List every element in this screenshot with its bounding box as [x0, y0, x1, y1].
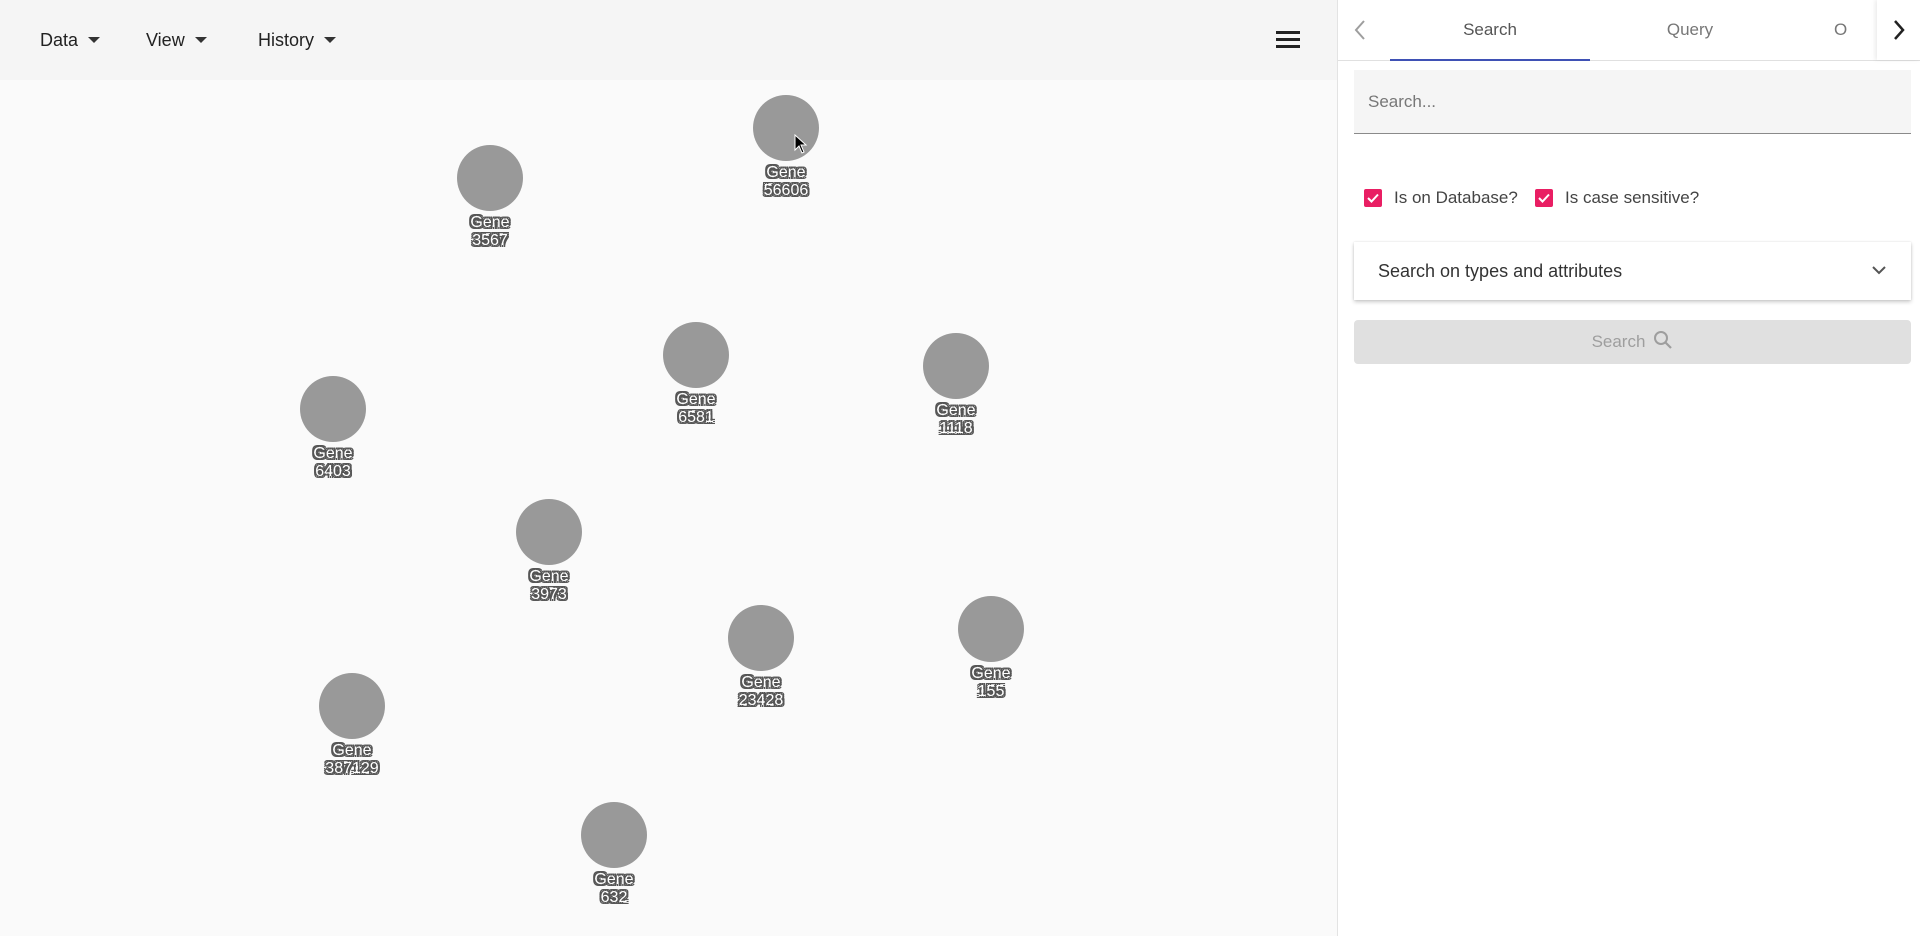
- chevron-left-icon[interactable]: [1338, 0, 1382, 60]
- search-button-label: Search: [1591, 332, 1646, 351]
- history-menu-label: History: [258, 29, 315, 50]
- checkbox-label: Is on Database?: [1394, 188, 1518, 207]
- chevron-right-icon[interactable]: [1877, 0, 1920, 60]
- node-circle[interactable]: [457, 145, 523, 211]
- node-circle[interactable]: [958, 596, 1024, 662]
- view-menu-button[interactable]: View: [130, 20, 223, 60]
- node-label: Gene 3567: [470, 214, 510, 249]
- is-case-sensitive-checkbox[interactable]: Is case sensitive?: [1535, 188, 1699, 208]
- tab-query[interactable]: Query: [1590, 0, 1790, 60]
- node-circle[interactable]: [753, 95, 819, 161]
- tab-search[interactable]: Search: [1390, 0, 1590, 61]
- history-menu-button[interactable]: History: [242, 20, 352, 60]
- caret-down-icon: [194, 37, 207, 43]
- node-label: Gene 6403: [313, 445, 353, 480]
- caret-down-icon: [324, 37, 337, 43]
- node-circle[interactable]: [300, 376, 366, 442]
- node-label: Gene 1118: [936, 402, 976, 437]
- chevron-down-icon[interactable]: [1871, 262, 1887, 280]
- types-attributes-expansion-panel[interactable]: Search on types and attributes: [1354, 242, 1911, 300]
- graph-canvas[interactable]: Gene 56606 Gene 3567 Gene 6581 Gene 1118 Gen…: [0, 80, 1337, 936]
- node-circle[interactable]: [516, 499, 582, 565]
- graph-toolbar: Data View History: [0, 0, 1337, 80]
- tab-bar: Search Query O: [1338, 0, 1920, 61]
- checkbox-checked-icon[interactable]: [1535, 189, 1553, 207]
- is-on-database-checkbox[interactable]: Is on Database?: [1364, 188, 1518, 208]
- node-label: Gene 23428: [738, 674, 784, 709]
- expansion-panel-label: Search on types and attributes: [1378, 260, 1623, 281]
- search-button[interactable]: Search: [1354, 320, 1911, 364]
- data-menu-label: Data: [40, 29, 79, 50]
- menu-icon[interactable]: [1272, 28, 1304, 52]
- node-circle[interactable]: [728, 605, 794, 671]
- node-label: Gene 3973: [529, 568, 569, 603]
- node-label: Gene 632: [594, 871, 634, 906]
- node-label: Gene 56606: [763, 164, 809, 199]
- node-label: Gene 387129: [325, 742, 379, 777]
- search-icon: [1645, 330, 1673, 355]
- caret-down-icon: [88, 37, 101, 43]
- search-field[interactable]: [1354, 70, 1911, 134]
- checkbox-checked-icon[interactable]: [1364, 189, 1382, 207]
- side-panel: Search Query O Search on types and attri…: [1337, 0, 1920, 936]
- node-circle[interactable]: [663, 322, 729, 388]
- data-menu-button[interactable]: Data: [24, 20, 116, 60]
- tab-truncated[interactable]: O: [1790, 0, 1877, 60]
- node-circle[interactable]: [923, 333, 989, 399]
- checkbox-label: Is case sensitive?: [1565, 188, 1700, 207]
- view-menu-label: View: [146, 29, 185, 50]
- node-circle[interactable]: [581, 802, 647, 868]
- search-input[interactable]: [1354, 70, 1911, 133]
- node-label: Gene 155: [971, 665, 1011, 700]
- node-circle[interactable]: [319, 673, 385, 739]
- node-label: Gene 6581: [676, 391, 716, 426]
